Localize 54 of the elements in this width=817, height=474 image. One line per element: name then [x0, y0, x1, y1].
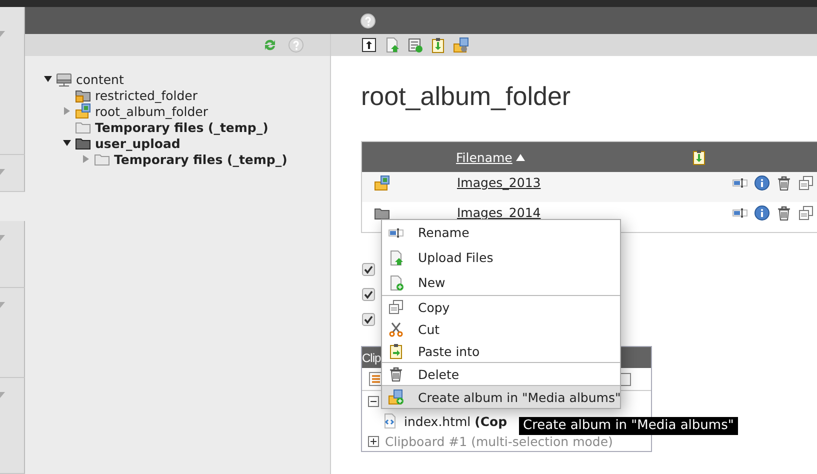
trash-icon [776, 205, 792, 221]
new-record-icon [407, 37, 423, 53]
copy-icon [798, 205, 814, 221]
storage-icon [56, 71, 72, 87]
filename-link[interactable]: Images_2014 [457, 205, 732, 220]
help-icon [360, 12, 376, 28]
image-folder-icon [75, 103, 91, 119]
filename-column-header[interactable]: Filename [456, 150, 691, 164]
menu-item[interactable]: Copy [382, 296, 620, 318]
paste-icon [430, 37, 446, 53]
expanded-arrow-icon[interactable] [63, 140, 71, 146]
paste-icon [691, 149, 707, 165]
page-title: root_album_folder [361, 80, 572, 112]
clipboard-label[interactable]: Clipboard #1 (multi-selection mode) [385, 434, 613, 448]
menu-item[interactable]: Paste into [382, 340, 620, 362]
tree-item[interactable]: content [74, 72, 124, 86]
checkbox[interactable] [362, 313, 375, 326]
menu-item[interactable]: Upload Files [382, 245, 620, 270]
checkbox[interactable] [362, 263, 375, 276]
tree-item[interactable]: Temporary files (_temp_) [112, 152, 288, 166]
copy-icon [798, 175, 814, 191]
html-file-icon [382, 413, 398, 429]
copy-icon [388, 299, 404, 315]
tree-item[interactable]: restricted_folder [93, 88, 198, 102]
clipboard-title: Clip [362, 350, 381, 364]
paste-icon [388, 343, 404, 359]
help-icon [288, 37, 304, 53]
upload-icon [384, 37, 400, 53]
level-up-icon [361, 37, 377, 53]
menu-item[interactable]: Rename [382, 220, 620, 245]
new-album-icon [388, 389, 404, 405]
album-settings-icon [453, 37, 469, 53]
tree-item[interactable]: user_upload [93, 136, 180, 150]
image-folder-icon [374, 175, 390, 191]
info-icon [754, 175, 770, 191]
upload-icon [388, 250, 404, 266]
refresh-icon [262, 37, 278, 53]
tooltip: Create album in "Media albums" [519, 417, 738, 435]
scissors-icon [388, 321, 404, 337]
tree-item[interactable]: root_album_folder [93, 104, 208, 118]
expanded-arrow-icon[interactable] [44, 76, 52, 82]
trash-icon [776, 175, 792, 191]
clipboard-entry: index.html (Cop [404, 414, 508, 428]
tree-item[interactable]: Temporary files (_temp_) [93, 120, 268, 134]
collapse-toggle[interactable] [368, 396, 379, 406]
checkbox[interactable] [362, 288, 375, 301]
menu-item[interactable]: New [382, 270, 620, 295]
trash-icon [388, 366, 404, 382]
expand-toggle[interactable] [368, 436, 379, 446]
menu-item[interactable]: Cut [382, 318, 620, 340]
menu-item[interactable]: Create album in "Media albums" [382, 386, 620, 408]
menu-item[interactable]: Delete [382, 363, 620, 385]
new-file-icon [388, 274, 404, 290]
info-icon [754, 205, 770, 221]
